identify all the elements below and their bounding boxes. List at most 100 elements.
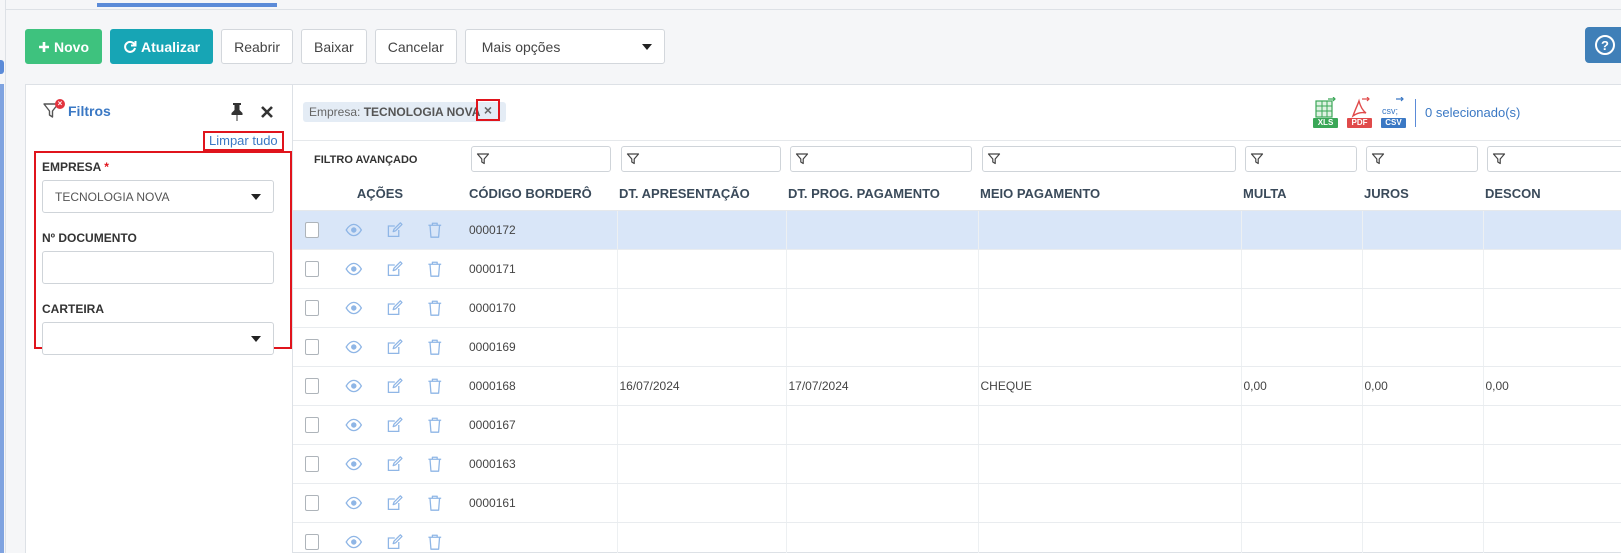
table-row[interactable]: 0000169 [293,327,1621,367]
cell-code [467,522,618,553]
cell-payment-method [978,327,1242,367]
table-row[interactable]: 0000167 [293,405,1621,445]
company-field-group: EMPRESA * TECNOLOGIA NOVA [42,160,284,224]
row-actions-cell [293,288,467,328]
cell-fine [1241,249,1363,289]
settle-button[interactable]: Baixar [301,29,367,64]
row-checkbox[interactable] [305,533,320,550]
filter-interest-input[interactable] [1366,146,1478,172]
col-header-fine[interactable]: MULTA [1241,177,1362,211]
row-checkbox[interactable] [305,299,320,316]
filter-fine-input[interactable] [1245,146,1357,172]
export-xls-icon[interactable]: XLS [1313,96,1338,128]
row-checkbox[interactable] [305,260,320,277]
trash-icon[interactable] [426,298,444,318]
row-checkbox[interactable] [305,494,320,511]
table-row[interactable]: 0000171 [293,249,1621,289]
row-actions-cell [293,210,467,250]
col-header-scheduled-payment-date[interactable]: DT. PROG. PAGAMENTO [786,177,978,211]
cancel-button[interactable]: Cancelar [374,29,457,64]
edit-icon[interactable] [386,454,404,474]
eye-icon[interactable] [345,415,363,435]
cell-presentation-date [617,522,787,553]
eye-icon[interactable] [345,532,363,552]
table-row[interactable] [293,522,1621,553]
row-actions [293,328,467,366]
edit-icon[interactable] [386,532,404,552]
cell-fine [1241,210,1363,250]
export-csv-icon[interactable]: csv; CSV [1381,96,1406,128]
sidebar-scroll-bar[interactable] [0,84,4,553]
trash-icon[interactable] [426,220,444,240]
filter-presentation-date-input[interactable] [621,146,781,172]
edit-icon[interactable] [386,337,404,357]
row-checkbox[interactable] [305,377,320,394]
trash-icon[interactable] [426,415,444,435]
active-tab-indicator [97,3,277,7]
edit-icon[interactable] [386,415,404,435]
close-icon[interactable] [260,105,274,119]
cell-fine: 0,00 [1241,366,1363,406]
col-header-presentation-date[interactable]: DT. APRESENTAÇÃO [617,177,786,211]
svg-text:csv;: csv; [1382,106,1398,116]
help-button[interactable]: ? [1585,27,1621,63]
wallet-select[interactable] [42,322,274,355]
pin-icon[interactable] [228,102,246,122]
table-row[interactable]: 0000163 [293,444,1621,484]
chevron-down-icon [641,43,652,50]
reopen-button[interactable]: Reabrir [221,29,294,64]
eye-icon[interactable] [345,259,363,279]
eye-icon[interactable] [345,220,363,240]
eye-icon[interactable] [345,493,363,513]
cell-scheduled-payment-date [786,405,979,445]
filter-payment-method-input[interactable] [982,146,1236,172]
selected-count: 0 selecionado(s) [1425,105,1521,120]
edit-icon[interactable] [386,493,404,513]
funnel-icon [476,153,490,165]
edit-icon[interactable] [386,220,404,240]
edit-icon[interactable] [386,298,404,318]
refresh-button[interactable]: Atualizar [110,29,214,64]
cell-payment-method [978,210,1242,250]
cell-presentation-date [617,444,787,484]
col-header-code[interactable]: CÓDIGO BORDERÔ [467,177,617,211]
filter-discount-input[interactable] [1487,146,1621,172]
chip-remove-button[interactable]: × [476,99,500,121]
export-pdf-icon[interactable]: PDF [1347,96,1372,128]
col-header-payment-method[interactable]: MEIO PAGAMENTO [978,177,1241,211]
col-header-discount[interactable]: DESCON [1483,177,1621,211]
chip-key: Empresa: [309,105,361,119]
more-options-dropdown[interactable]: Mais opções [464,29,665,64]
filter-clear-icon[interactable]: × [42,99,65,121]
trash-icon[interactable] [426,532,444,552]
trash-icon[interactable] [426,259,444,279]
eye-icon[interactable] [345,454,363,474]
clear-all-link[interactable]: Limpar tudo [203,131,284,151]
eye-icon[interactable] [345,376,363,396]
trash-icon[interactable] [426,337,444,357]
trash-icon[interactable] [426,376,444,396]
trash-icon[interactable] [426,454,444,474]
left-sidebar-edge [0,0,6,553]
company-select[interactable]: TECNOLOGIA NOVA [42,180,274,213]
document-input[interactable] [42,251,274,284]
filter-scheduled-date-input[interactable] [790,146,972,172]
col-header-interest[interactable]: JUROS [1362,177,1483,211]
row-checkbox[interactable] [305,221,320,238]
trash-icon[interactable] [426,493,444,513]
edit-icon[interactable] [386,376,404,396]
table-row[interactable]: 0000161 [293,483,1621,523]
eye-icon[interactable] [345,337,363,357]
cell-interest [1362,405,1484,445]
table-row[interactable]: 0000168 16/07/2024 17/07/2024 CHEQUE 0,00 0,0… [293,366,1621,406]
table-row[interactable]: 0000170 [293,288,1621,328]
eye-icon[interactable] [345,298,363,318]
filter-code-input[interactable] [471,146,611,172]
table-row[interactable]: 0000172 [293,210,1621,250]
table-header-row: AÇÕES CÓDIGO BORDERÔ DT. APRESENTAÇÃO DT… [293,177,1621,211]
new-button[interactable]: Novo [25,29,102,64]
row-checkbox[interactable] [305,338,320,355]
edit-icon[interactable] [386,259,404,279]
row-checkbox[interactable] [305,455,320,472]
row-checkbox[interactable] [305,416,320,433]
